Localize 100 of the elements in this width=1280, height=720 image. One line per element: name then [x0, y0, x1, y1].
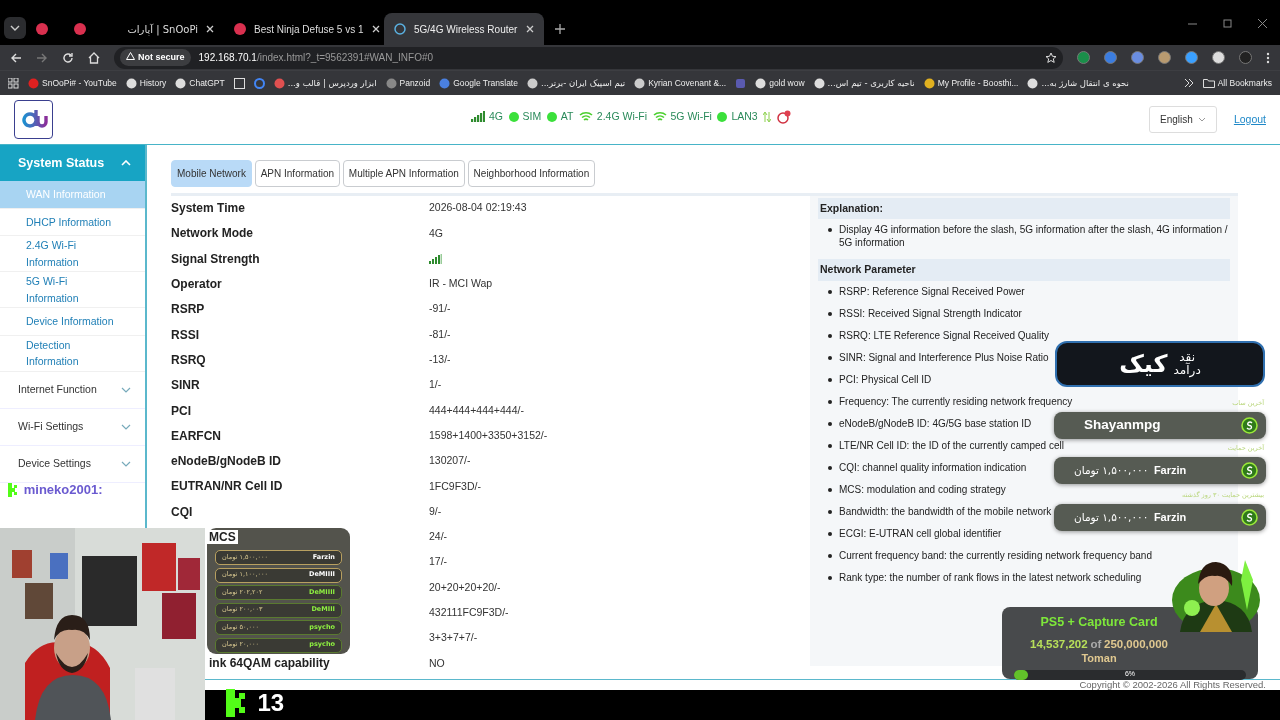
bullet-icon [828, 487, 832, 492]
chevron-icon[interactable] [1183, 78, 1194, 88]
sidebar-item[interactable]: Device Information [0, 308, 145, 336]
sidebar-item[interactable]: 2.4G Wi-Fi Information [0, 236, 145, 272]
field-value: IR - MCI Wap [429, 276, 493, 292]
bullet-icon [828, 399, 832, 404]
home-icon[interactable] [88, 51, 100, 64]
field-label: Operator [171, 277, 222, 292]
bullet-icon [828, 465, 832, 470]
status-dot-icon [546, 111, 557, 122]
close-icon[interactable] [526, 25, 534, 33]
bookmark[interactable]: Google Translate [439, 76, 518, 90]
tab[interactable]: APN Information [254, 160, 341, 187]
bookmark[interactable]: تیم اسپیک ایران -برتر... [526, 76, 626, 90]
bookmark[interactable]: My Profile - Boosthi... [923, 76, 1019, 90]
copyright-text: Copyright © 2002-2026 All Rights Reserved. [1079, 678, 1266, 690]
logout-link[interactable]: Logout [1233, 111, 1266, 128]
sidebar-group[interactable]: Wi-Fi Settings [0, 408, 145, 446]
avatar-icon[interactable] [1239, 51, 1252, 64]
transfer-icon [763, 110, 772, 123]
site-icon[interactable] [36, 23, 48, 35]
close-icon[interactable] [1257, 18, 1268, 29]
bookmark[interactable]: ChatGPT [175, 76, 225, 90]
field-label: Network Mode [171, 226, 253, 241]
field-label: Signal Strength [171, 251, 260, 266]
chevron-down-icon [121, 460, 131, 467]
apps-icon[interactable] [8, 77, 19, 89]
parameter-text: LTE/NR Cell ID: the ID of the currently camped cell [839, 439, 1064, 452]
sidebar-group[interactable]: Device Settings [0, 445, 145, 483]
chevron-down-icon [1198, 117, 1207, 122]
field-value: -81/- [429, 326, 451, 342]
browser-tab[interactable]: SnOoPi | آپارات [64, 13, 224, 45]
field-value: 1FC9F3D/- [429, 478, 481, 494]
chat-username: mineko2001: [23, 481, 103, 499]
browser-tab[interactable]: 5G/4G Wireless Router [384, 13, 544, 45]
bookmark[interactable]: ناحیه کاربری - تیم اس... [813, 76, 915, 90]
s-badge-icon [1241, 417, 1258, 434]
bullet-icon [828, 421, 832, 426]
star-icon[interactable] [1045, 51, 1057, 64]
bookmark[interactable]: نحوه ی انتقال شارژ به... [1027, 76, 1129, 90]
close-icon[interactable] [371, 25, 380, 33]
address-bar[interactable]: Not secure 192.168.70.1/index.html?_t=9562391#WAN_INFO#0 [114, 46, 1063, 69]
tab[interactable]: Multiple APN Information [342, 160, 465, 187]
status-label: 5G Wi-Fi [670, 108, 712, 124]
bookmark[interactable]: Panzoid [385, 76, 431, 90]
sidebar-item[interactable]: Detection Information [0, 335, 145, 372]
s-badge-icon [1241, 509, 1258, 526]
language-select[interactable]: English [1149, 106, 1218, 133]
field-value: 130207/- [429, 453, 471, 469]
status-dot-icon [508, 111, 519, 122]
reload-icon[interactable] [62, 51, 74, 64]
site-icon [234, 23, 246, 35]
status-label: SIM [522, 108, 542, 124]
parameter-text: Bandwidth: the bandwidth of the mobile network [839, 505, 1052, 518]
parameter-text: RSRP: Reference Signal Received Power [839, 285, 1025, 298]
warning-icon [126, 51, 135, 60]
bullet-icon [828, 443, 832, 448]
tab-list-icon[interactable] [4, 17, 26, 39]
browser-tab[interactable]: Best Ninja Defuse 5 vs 1 [224, 13, 384, 45]
field-label: ink 64QAM capability [207, 656, 332, 671]
status-label: 2.4G Wi-Fi [596, 108, 647, 124]
bullet-icon [828, 377, 832, 382]
bookmark[interactable]: Kyrian Covenant &... [634, 76, 727, 90]
goal-target: 250,000,000 [1104, 636, 1168, 652]
explanation-text: Display 4G information before the slash, 5G information after the slash, 4G information / 5G information [839, 224, 1229, 250]
bookmark[interactable]: SnOoPi# - YouTube [28, 76, 117, 90]
close-icon[interactable] [206, 25, 214, 33]
bullet-icon [828, 531, 832, 536]
field-value: 24/- [429, 529, 448, 545]
field-value: 1598+1400+3350+3152/- [429, 427, 548, 443]
field-value: 1/- [429, 377, 442, 393]
field-label: EUTRAN/NR Cell ID [171, 479, 283, 494]
bookmark[interactable]: History [125, 76, 167, 90]
field-value: 444+444+444+444/- [429, 402, 524, 418]
wifi-icon [578, 111, 593, 122]
parameter-text: CQI: channel quality information indication [839, 461, 1027, 474]
parameter-text: Frequency: The currently residing network frequency [839, 395, 1073, 408]
tab[interactable]: Neighborhood Information [467, 160, 596, 187]
more-icon[interactable] [1266, 51, 1270, 64]
earnings-title: کیک [1119, 349, 1168, 380]
field-label: PCI [171, 403, 191, 418]
sidebar-item[interactable]: 5G Wi-Fi Information [0, 272, 145, 308]
status-label: AT [560, 108, 574, 124]
bookmark[interactable]: ابزار وردپرس | قالب و... [273, 76, 377, 90]
field-value: -91/- [429, 301, 451, 317]
sidebar-item[interactable]: DHCP Information [0, 208, 145, 236]
restore-icon[interactable] [1222, 18, 1233, 29]
bookmark[interactable]: gold wow [755, 76, 805, 90]
field-value: 432111FC9F3D/- [429, 605, 509, 620]
bullet-icon [828, 311, 832, 316]
bookmark-folder[interactable]: All Bookmarks [1202, 76, 1272, 90]
new-tab-icon[interactable] [554, 23, 566, 35]
status-label: LAN3 [731, 108, 758, 124]
forward-icon[interactable] [36, 51, 48, 64]
security-chip[interactable]: Not secure [120, 48, 191, 67]
signal-icon [471, 111, 485, 122]
sidebar-group[interactable]: Internet Function [0, 371, 145, 409]
back-icon[interactable] [10, 51, 22, 64]
tab[interactable]: Mobile Network [171, 160, 252, 187]
section-heading: Network Parameter [818, 258, 1230, 281]
